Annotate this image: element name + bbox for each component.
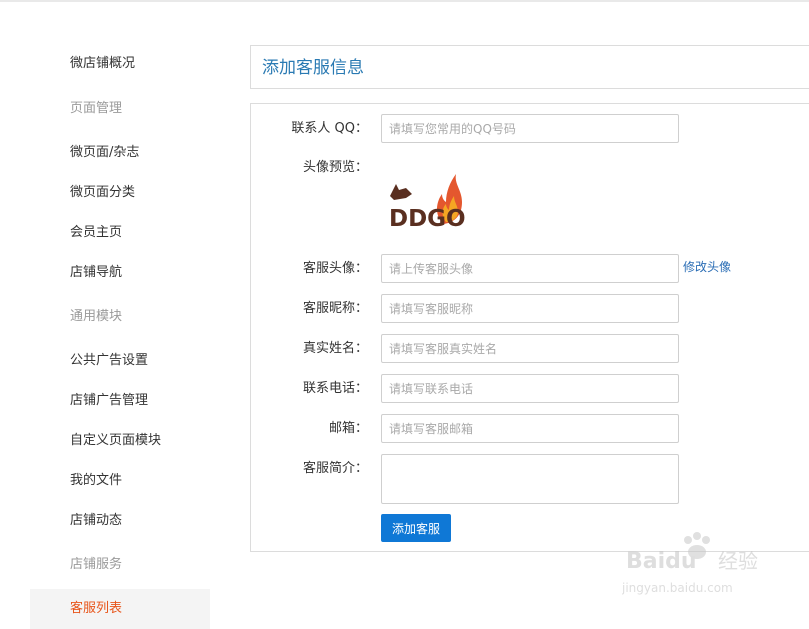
nickname-input[interactable]	[381, 294, 679, 323]
intro-textarea[interactable]	[381, 454, 679, 504]
realname-label: 真实姓名：	[302, 341, 368, 356]
watermark-brand: Baidu	[626, 549, 697, 574]
qq-input[interactable]	[381, 114, 679, 143]
sidebar-item-customer-service-list[interactable]: 客服列表	[30, 589, 210, 629]
email-input[interactable]	[381, 414, 679, 443]
nickname-label: 客服昵称：	[302, 301, 368, 316]
sidebar-item-shop-ads[interactable]: 店铺广告管理	[30, 381, 210, 421]
avatar-preview-label: 头像预览：	[302, 160, 368, 175]
avatar-logo-text: DDGO	[389, 206, 466, 232]
sidebar-item-custom-modules[interactable]: 自定义页面模块	[30, 421, 210, 461]
qq-label: 联系人 QQ：	[291, 121, 368, 136]
phone-input[interactable]	[381, 374, 679, 403]
top-divider	[0, 0, 809, 2]
ddgo-logo-icon: DDGO	[389, 174, 466, 232]
sidebar-item-page-categories[interactable]: 微页面分类	[30, 173, 210, 213]
sidebar-item-my-files[interactable]: 我的文件	[30, 461, 210, 501]
baidu-watermark: Baidu 经验 jingyan.baidu.com	[621, 530, 772, 600]
intro-label: 客服简介：	[302, 461, 368, 476]
add-customer-service-button[interactable]: 添加客服	[381, 514, 451, 542]
sidebar-item-micro-pages[interactable]: 微页面/杂志	[30, 133, 210, 173]
sidebar-item-shop-news[interactable]: 店铺动态	[30, 501, 210, 541]
email-label: 邮箱：	[328, 421, 368, 436]
sidebar-nav: 微店铺概况 页面管理 微页面/杂志 微页面分类 会员主页 店铺导航 通用模块 公…	[30, 44, 210, 629]
edit-avatar-link[interactable]: 修改头像	[683, 254, 731, 280]
watermark-brand-suffix: 经验	[718, 549, 758, 573]
sidebar-group-common-modules: 通用模块	[70, 309, 123, 324]
realname-input[interactable]	[381, 334, 679, 363]
avatar-preview-image: DDGO	[386, 166, 466, 232]
sidebar-item-shop-navigation[interactable]: 店铺导航	[30, 253, 210, 293]
page-title: 添加客服信息	[262, 58, 364, 78]
page-title-bar: 添加客服信息	[250, 45, 809, 89]
sidebar-group-shop-services: 店铺服务	[70, 557, 123, 572]
avatar-label: 客服头像：	[302, 261, 368, 276]
sidebar-item-public-ads[interactable]: 公共广告设置	[30, 341, 210, 381]
phone-label: 联系电话：	[302, 381, 368, 396]
sidebar-item-shop-overview[interactable]: 微店铺概况	[30, 44, 210, 84]
sidebar-item-member-home[interactable]: 会员主页	[30, 213, 210, 253]
baidu-paw-icon: Baidu 经验 jingyan.baidu.com	[621, 532, 758, 595]
sidebar-group-page-management: 页面管理	[70, 101, 123, 116]
avatar-upload-input[interactable]	[381, 254, 679, 283]
watermark-url: jingyan.baidu.com	[622, 581, 733, 595]
